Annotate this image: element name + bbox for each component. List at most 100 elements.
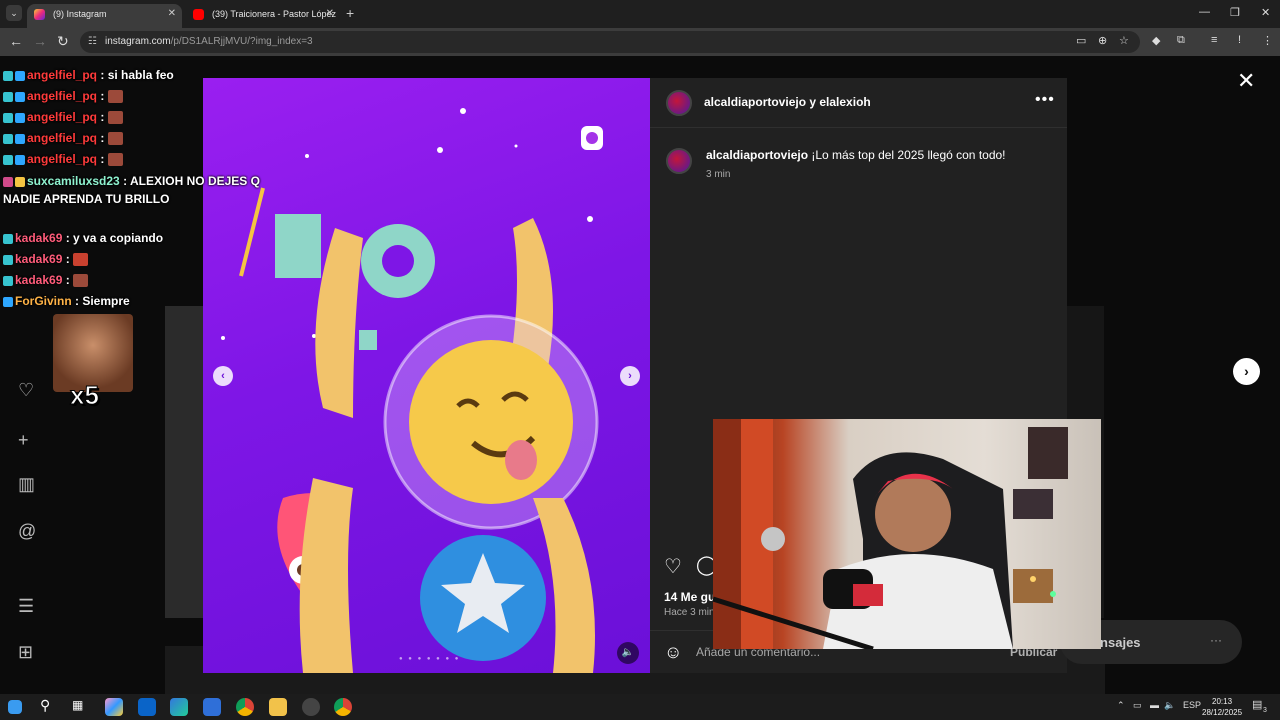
extension-icon[interactable]: ◆ (1152, 34, 1160, 47)
media-prev-button[interactable]: ‹ (213, 366, 233, 386)
post-caption: alcaldiaportoviejo ¡Lo más top del 2025 … (706, 148, 1006, 162)
windows-taskbar: ⚲ ▦ ⌃ ▭ ▬ 🔈 ESP 20:13 28/12/2025 ▤ 3 (0, 694, 1280, 720)
zoom-icon[interactable]: ⊕ (1098, 34, 1107, 47)
chrome-icon[interactable] (236, 698, 254, 716)
profile-icon[interactable]: ! (1238, 34, 1241, 46)
chat-message: suxcamiluxsd23 : ALEXIOH NO DEJES Q (3, 174, 260, 189)
avatar[interactable] (666, 90, 692, 116)
youtube-icon (193, 9, 204, 20)
window-close-button[interactable]: ✕ (1261, 6, 1270, 19)
menu-icon[interactable]: ☰ (18, 596, 34, 617)
reload-button[interactable]: ↻ (57, 33, 69, 49)
media-next-button[interactable]: › (620, 366, 640, 386)
volume-icon[interactable]: 🔈 (1164, 700, 1175, 711)
obs-icon[interactable] (302, 698, 320, 716)
forward-button[interactable]: → (33, 33, 47, 49)
system-clock[interactable]: 20:13 28/12/2025 (1202, 696, 1242, 718)
chat-message: kadak69 : (3, 252, 89, 267)
chat-username[interactable]: kadak69 (15, 252, 62, 266)
stats-icon[interactable]: ▥ (18, 474, 35, 495)
gamer-badge-icon (3, 296, 13, 307)
subscriber-badge-icon (3, 254, 13, 265)
mute-icon[interactable]: 🔈 (617, 642, 639, 664)
tab-search-menu-button[interactable]: ⌄ (6, 5, 22, 21)
edge-icon[interactable] (170, 698, 188, 716)
chat-message: angelfiel_pq : (3, 131, 123, 146)
close-tab-icon[interactable]: ✕ (326, 4, 334, 24)
tab-youtube[interactable]: (39) Traicionera - Pastor López ✕ (186, 4, 340, 28)
chat-username[interactable]: angelfiel_pq (27, 89, 97, 103)
network-icon[interactable]: ▭ (1133, 700, 1142, 711)
media-artwork (221, 108, 603, 673)
chat-username[interactable]: suxcamiluxsd23 (27, 174, 120, 188)
url-host: instagram.com (105, 36, 171, 47)
url-bar[interactable]: ☷ instagram.com/p/DS1ALRjjMVU/?img_index… (80, 31, 1140, 53)
caption-avatar[interactable] (666, 148, 692, 174)
chat-username[interactable]: angelfiel_pq (27, 131, 97, 145)
tab-instagram[interactable]: (9) Instagram ✕ (27, 4, 182, 28)
store-icon[interactable] (203, 698, 221, 716)
subscriber-badge-icon (3, 275, 13, 286)
cast-icon[interactable]: ▭ (1076, 34, 1086, 47)
subscriber-badge-icon (3, 154, 13, 165)
puzzle-icon[interactable]: ⧉ (1177, 34, 1185, 47)
chat-text: : (100, 110, 105, 124)
subscriber-badge-icon (3, 112, 13, 123)
close-modal-icon[interactable]: ✕ (1237, 68, 1255, 94)
post-media[interactable]: ‹ › ● ● ● ● ● ● ● 🔈 (203, 78, 650, 673)
subscriber-badge-icon (3, 70, 13, 81)
battery-icon[interactable]: ▬ (1150, 700, 1159, 710)
chat-username[interactable]: kadak69 (15, 273, 62, 287)
url-path: /p/DS1ALRjjMVU/?img_index=3 (170, 36, 313, 47)
chat-username[interactable]: angelfiel_pq (27, 68, 97, 82)
chat-username[interactable]: kadak69 (15, 231, 62, 245)
copilot-icon[interactable] (105, 698, 123, 716)
notification-count: 3 (1263, 707, 1267, 714)
chat-username[interactable]: ForGivinn (15, 294, 72, 308)
heart-badge-icon (3, 176, 13, 187)
notification-icon[interactable]: ▤ (1252, 698, 1262, 711)
media-control-icon[interactable]: ≡ (1211, 34, 1217, 46)
apps-icon[interactable]: ⊞ (18, 642, 33, 663)
like-heart-icon[interactable]: ♡ (664, 554, 682, 579)
chat-username[interactable]: angelfiel_pq (27, 110, 97, 124)
background-post (165, 306, 205, 618)
caption-timestamp: 3 min (706, 169, 731, 180)
back-button[interactable]: ← (9, 33, 23, 49)
emoji-icon[interactable]: ☺ (664, 642, 682, 663)
restore-button[interactable]: ❐ (1230, 6, 1240, 19)
webcam-image (713, 419, 1068, 649)
chat-message: angelfiel_pq : (3, 89, 123, 104)
windows-start-icon[interactable] (8, 700, 22, 714)
chat-message: ForGivinn : Siempre (3, 294, 130, 309)
bookmark-star-icon[interactable]: ☆ (1119, 34, 1129, 47)
task-view-icon[interactable]: ▦ (72, 698, 90, 716)
file-explorer-icon[interactable] (269, 698, 287, 716)
threads-icon[interactable]: @ (18, 521, 36, 542)
caption-username[interactable]: alcaldiaportoviejo (706, 148, 808, 162)
browser-menu-icon[interactable]: ⋮ (1262, 34, 1273, 47)
outlook-icon[interactable] (138, 698, 156, 716)
more-icon: ··· (1210, 633, 1222, 647)
chat-text: : (100, 89, 105, 103)
next-post-button[interactable]: › (1233, 358, 1260, 385)
clock-time: 20:13 (1212, 697, 1233, 706)
carousel-dots: ● ● ● ● ● ● ● (399, 656, 461, 662)
language-indicator[interactable]: ESP (1183, 700, 1201, 710)
minimize-button[interactable]: — (1199, 6, 1210, 18)
post-author[interactable]: alcaldiaportoviejo y elalexioh (704, 95, 871, 109)
chat-text: : (65, 252, 70, 266)
search-icon[interactable]: ⚲ (40, 697, 58, 715)
site-info-icon[interactable]: ☷ (88, 31, 97, 53)
chat-username[interactable]: angelfiel_pq (27, 152, 97, 166)
add-icon[interactable]: + (18, 430, 29, 451)
heart-notifications-icon[interactable]: ♡ (18, 380, 34, 401)
tray-chevron-icon[interactable]: ⌃ (1117, 700, 1125, 711)
emote-icon (107, 153, 123, 167)
new-tab-button[interactable]: + (346, 5, 354, 21)
chrome-active-icon[interactable] (334, 698, 352, 716)
chat-text: NADIE APRENDA TU BRILLO (3, 192, 170, 206)
close-tab-icon[interactable]: ✕ (168, 4, 176, 24)
more-options-icon[interactable]: ••• (1035, 91, 1055, 109)
webcam-overlay (713, 419, 1101, 649)
